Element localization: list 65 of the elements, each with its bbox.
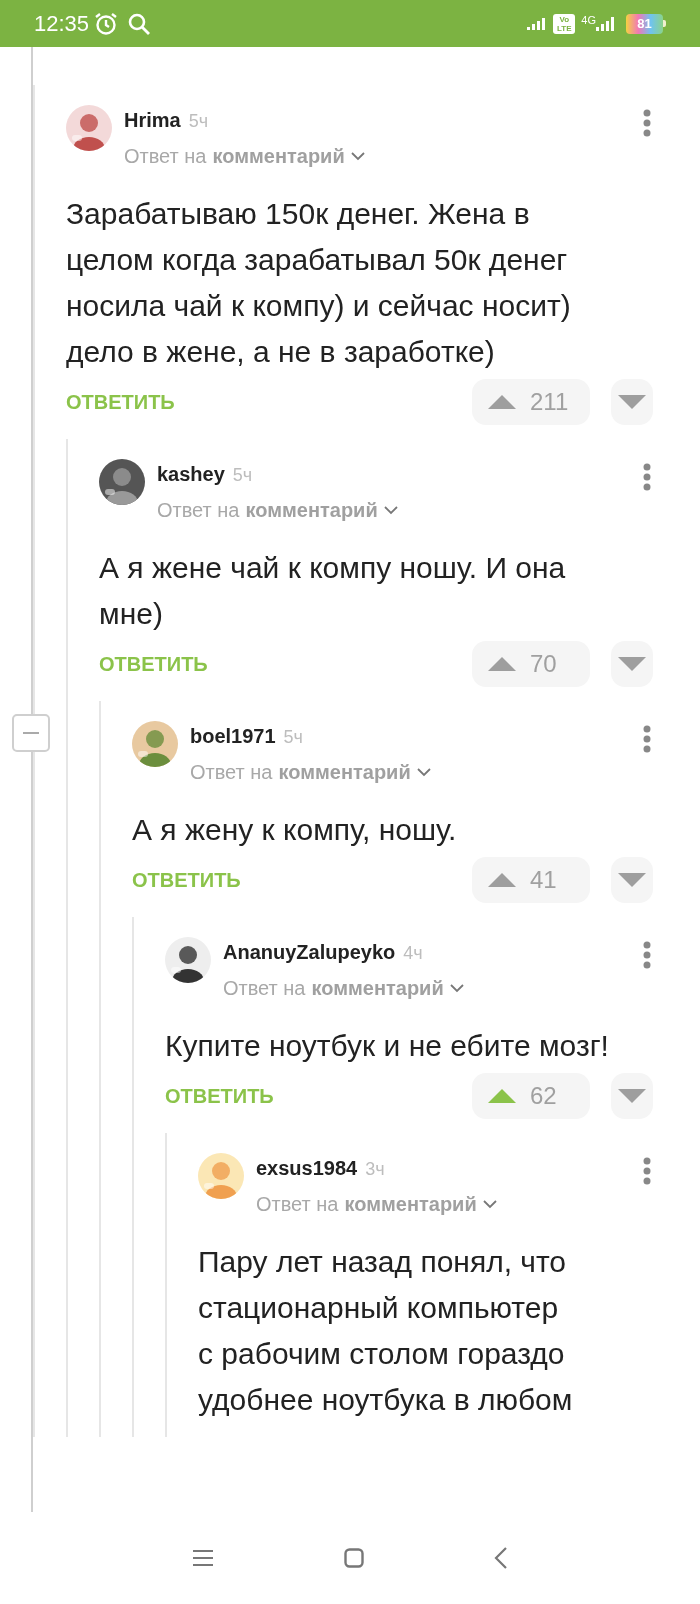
reply-to-link[interactable]: комментарий — [212, 141, 345, 171]
reply-link[interactable]: ОТВЕТИТЬ — [66, 387, 472, 417]
down-triangle-icon — [618, 873, 646, 887]
author-name[interactable]: Hrima — [124, 105, 181, 135]
up-triangle-icon — [488, 657, 516, 671]
chevron-down-icon[interactable] — [383, 505, 398, 515]
reply-to-text: Ответ на — [223, 976, 306, 1001]
reply-to-text: Ответ на — [190, 760, 273, 785]
signal-icon — [527, 17, 546, 30]
downvote-button[interactable] — [611, 641, 653, 687]
chevron-down-icon[interactable] — [482, 1199, 497, 1209]
reply-to-text: Ответ на — [157, 498, 240, 523]
reply-link[interactable]: ОТВЕТИТЬ — [99, 649, 472, 679]
back-icon[interactable] — [494, 1547, 508, 1569]
down-triangle-icon — [618, 657, 646, 671]
clock-time: 12:35 — [34, 10, 90, 38]
reply-to-text: Ответ на — [124, 144, 207, 169]
more-options-icon[interactable] — [643, 725, 651, 753]
more-options-icon[interactable] — [643, 463, 651, 491]
author-name[interactable]: exsus1984 — [256, 1153, 358, 1183]
down-triangle-icon — [618, 1089, 646, 1103]
reply-to-link[interactable]: комментарий — [311, 973, 444, 1003]
home-square-icon[interactable] — [344, 1548, 364, 1568]
network-type: 4G — [581, 13, 596, 28]
reply-to-link[interactable]: комментарий — [278, 757, 411, 787]
upvote-button[interactable]: 62 — [472, 1073, 590, 1119]
downvote-button[interactable] — [611, 1073, 653, 1119]
chevron-down-icon[interactable] — [449, 983, 464, 993]
more-options-icon[interactable] — [643, 109, 651, 137]
more-options-icon[interactable] — [643, 941, 651, 969]
menu-icon[interactable] — [192, 1549, 214, 1567]
reply-link[interactable]: ОТВЕТИТЬ — [132, 865, 472, 895]
signal-icon — [596, 16, 614, 31]
up-triangle-icon — [488, 873, 516, 887]
comment-text: Пару лет назад понял, что стационарный компьютер с рабочим столом гораздо удобнее ноутбука в любом — [198, 1244, 574, 1418]
volte-badge: Vo LTE — [553, 13, 576, 34]
comment-time: 5ч — [232, 464, 253, 487]
comment-time: 3ч — [365, 1158, 385, 1181]
reply-to-link[interactable]: комментарий — [245, 495, 378, 525]
author-name[interactable]: kashey — [157, 459, 225, 489]
chevron-down-icon[interactable] — [350, 151, 365, 161]
down-triangle-icon — [618, 395, 646, 409]
reply-to-text: Ответ на — [256, 1192, 339, 1217]
comment-time: 4ч — [403, 942, 423, 965]
author-name[interactable]: AnanuyZalupeyko — [223, 937, 396, 967]
search-icon — [127, 11, 152, 36]
chevron-down-icon[interactable] — [416, 767, 431, 777]
upvote-button[interactable]: 211 — [472, 379, 590, 425]
upvote-button[interactable]: 70 — [472, 641, 590, 687]
reply-to-link[interactable]: комментарий — [344, 1189, 477, 1219]
more-options-icon[interactable] — [643, 1157, 651, 1185]
downvote-button[interactable] — [611, 379, 653, 425]
comment-time: 5ч — [188, 110, 209, 133]
up-triangle-icon — [488, 395, 516, 409]
downvote-button[interactable] — [611, 857, 653, 903]
comment-text: А я жену к компу, ношу. — [132, 812, 458, 848]
collapse-button[interactable] — [12, 714, 50, 752]
upvote-button[interactable]: 41 — [472, 857, 590, 903]
comment-text: А я жене чай к компу ношу. И она мне) — [99, 550, 567, 632]
reply-link[interactable]: ОТВЕТИТЬ — [165, 1081, 472, 1111]
comment-time: 5ч — [283, 726, 303, 749]
comment-text: Зарабатываю 150к денег. Жена в целом когда зарабатывал 50к денег носила чай к компу) и сейчас носит) дело в жене, а не в заработке) — [66, 196, 572, 370]
up-triangle-icon — [488, 1089, 516, 1103]
comment-text: Купите ноутбук и не ебите мозг! — [165, 1028, 610, 1064]
author-name[interactable]: boel1971 — [190, 721, 276, 751]
